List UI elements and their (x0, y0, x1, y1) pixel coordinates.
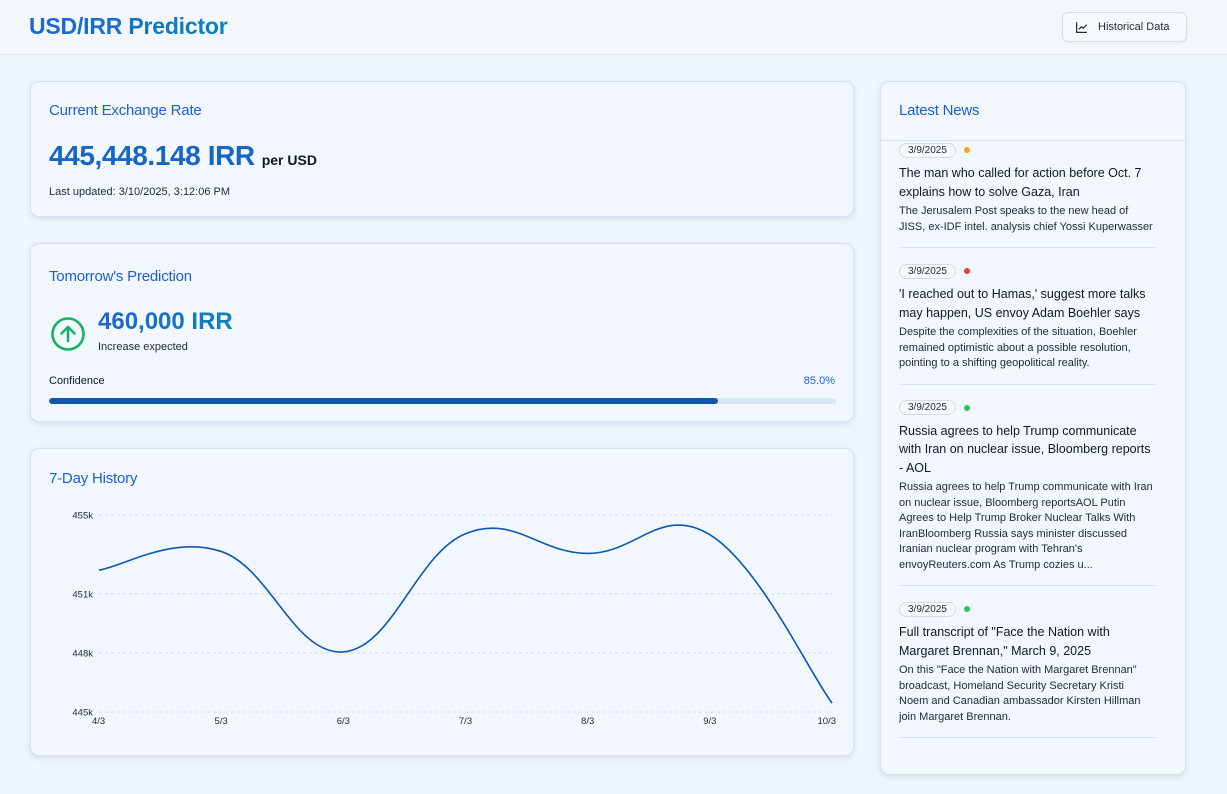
x-tick-label: 9/3 (703, 716, 716, 727)
news-description: The Jerusalem Post speaks to the new hea… (899, 205, 1153, 233)
x-tick-label: 6/3 (337, 716, 350, 727)
news-title: Latest News (899, 102, 980, 119)
news-headline[interactable]: Full transcript of "Face the Nation with… (899, 623, 1156, 660)
x-tick-label: 10/3 (818, 716, 837, 727)
x-tick-label: 4/3 (92, 716, 105, 727)
news-headline[interactable]: The man who called for action before Oct… (899, 164, 1156, 201)
confidence-value: 85.0% (803, 375, 835, 387)
news-meta: 3/9/2025 (899, 262, 1156, 280)
current-rate-value-row: 445,448.148 IRR per USD (49, 140, 317, 172)
news-date: 3/9/2025 (899, 400, 956, 415)
data-point[interactable] (707, 532, 713, 538)
data-point[interactable] (96, 567, 102, 573)
series-line (98, 524, 833, 704)
current-rate-value: 445,448.148 IRR (49, 140, 255, 171)
news-date: 3/9/2025 (899, 142, 956, 158)
data-point[interactable] (340, 649, 346, 655)
news-meta: 3/9/2025 (899, 399, 1156, 417)
news-date: 3/9/2025 (899, 263, 956, 279)
data-point[interactable] (829, 700, 835, 706)
confidence-label: Confidence (49, 375, 105, 387)
news-description: Despite the complexities of the situatio… (899, 326, 1137, 369)
news-headline[interactable]: 'I reached out to Hamas,' suggest more t… (899, 285, 1156, 322)
historical-data-button[interactable]: Historical Data (1062, 12, 1187, 42)
x-tick-label: 8/3 (581, 716, 594, 727)
news-headline[interactable]: Russia agrees to help Trump communicate … (899, 422, 1156, 478)
current-rate-title: Current Exchange Rate (49, 102, 202, 119)
data-point[interactable] (585, 550, 591, 556)
sentiment-dot (963, 147, 970, 153)
arrow-up-circle-icon (51, 317, 85, 351)
data-point[interactable] (218, 548, 224, 554)
news-description: On this "Face the Nation with Margaret B… (899, 664, 1141, 723)
prediction-card: Tomorrow's Prediction 460,000 IRR Increa… (30, 243, 854, 422)
history-card: 7-Day History 455k 451k 448k 445k 4/3 5/3 6/3 7… (30, 448, 854, 756)
sentiment-dot (963, 268, 970, 274)
sentiment-dot (963, 606, 970, 612)
news-description: Russia agrees to help Trump communicate … (899, 481, 1153, 571)
news-item[interactable]: 3/9/2025 Russia agrees to help Trump comm… (899, 385, 1156, 586)
current-rate-card: Current Exchange Rate 445,448.148 IRR pe… (30, 81, 854, 217)
confidence-bar-fill (49, 398, 718, 404)
x-tick-label: 7/3 (459, 716, 472, 727)
app-title: USD/IRR Predictor (29, 13, 228, 39)
prediction-subtitle: Increase expected (98, 341, 188, 353)
app-header: USD/IRR Predictor Historical Data (0, 0, 1227, 55)
line-chart-icon (1076, 21, 1087, 33)
history-line-chart: 455k 451k 448k 445k4/3 5/3 6/3 7/3 8/3 9/3 10/3 (72, 511, 837, 728)
news-date: 3/9/2025 (899, 601, 956, 617)
prediction-title: Tomorrow's Prediction (49, 268, 192, 285)
y-tick-label: 445k (72, 708, 93, 719)
news-meta: 3/9/2025 (899, 141, 1156, 159)
current-rate-unit: per USD (261, 152, 317, 168)
news-header: Latest News (881, 82, 1185, 141)
news-card: Latest News 3/9/2025 The man who called f… (880, 81, 1186, 775)
y-tick-label: 448k (72, 648, 93, 659)
prediction-value: 460,000 IRR (98, 308, 233, 335)
news-item[interactable]: 3/9/2025 The man who called for action be… (899, 141, 1156, 248)
y-tick-label: 455k (72, 511, 93, 522)
historical-data-label: Historical Data (1098, 21, 1170, 33)
last-updated: Last updated: 3/10/2025, 3:12:06 PM (49, 186, 231, 198)
news-item[interactable]: 3/9/2025 Full transcript of "Face the Nat… (899, 586, 1156, 738)
confidence-bar (49, 398, 836, 404)
news-list[interactable]: 3/9/2025 The man who called for action be… (899, 141, 1156, 738)
news-meta: 3/9/2025 (899, 600, 1156, 618)
x-tick-label: 5/3 (215, 716, 228, 727)
news-item[interactable]: 3/9/2025 'I reached out to Hamas,' sugges… (899, 248, 1156, 385)
sentiment-dot (963, 404, 970, 411)
y-tick-label: 451k (72, 589, 93, 600)
data-point[interactable] (463, 531, 469, 537)
